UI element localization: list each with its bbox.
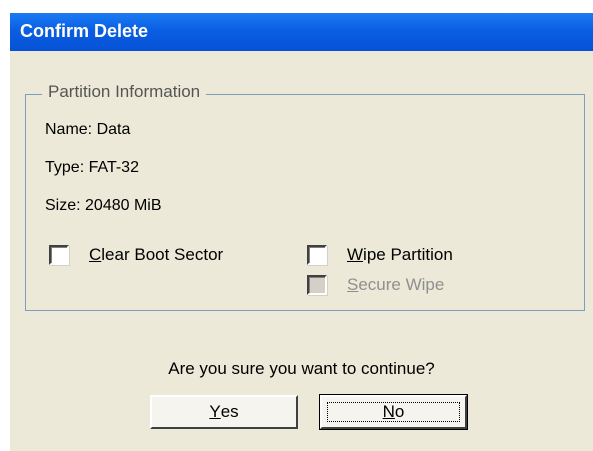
partition-info-group-title: Partition Information bbox=[42, 82, 207, 102]
yes-button-label-rest: es bbox=[220, 402, 239, 421]
clear-boot-sector-accel: C bbox=[89, 245, 102, 264]
wipe-partition-label-rest: ipe Partition bbox=[363, 245, 453, 264]
secure-wipe-checkbox: Secure Wipe bbox=[307, 275, 444, 295]
clear-boot-sector-label[interactable]: Clear Boot Sector bbox=[89, 245, 223, 265]
wipe-partition-checkbox-box[interactable] bbox=[307, 245, 327, 265]
dialog-title: Confirm Delete bbox=[20, 21, 149, 41]
yes-button-accel: Y bbox=[209, 402, 221, 421]
secure-wipe-accel: S bbox=[347, 275, 359, 294]
partition-size-text: Size: 20480 MiB bbox=[45, 197, 162, 214]
no-button[interactable]: No bbox=[319, 394, 468, 430]
confirmation-prompt: Are you sure you want to continue? bbox=[168, 359, 435, 378]
confirm-delete-dialog: Confirm Delete Partition Information Nam… bbox=[10, 13, 593, 451]
wipe-partition-accel: W bbox=[347, 245, 364, 264]
wipe-partition-checkbox[interactable]: Wipe Partition bbox=[307, 245, 453, 265]
secure-wipe-label: Secure Wipe bbox=[347, 275, 444, 295]
clear-boot-sector-checkbox[interactable]: Clear Boot Sector bbox=[49, 245, 223, 265]
no-button-label-rest: o bbox=[394, 402, 405, 421]
wipe-partition-label[interactable]: Wipe Partition bbox=[347, 245, 453, 265]
clear-boot-sector-label-rest: lear Boot Sector bbox=[101, 245, 224, 264]
title-bar[interactable]: Confirm Delete bbox=[10, 13, 593, 51]
secure-wipe-checkbox-box bbox=[307, 275, 327, 295]
no-button-accel: N bbox=[382, 402, 395, 421]
partition-name-text: Name: Data bbox=[45, 121, 131, 138]
yes-button[interactable]: Yes bbox=[150, 395, 298, 429]
partition-type-text: Type: FAT-32 bbox=[45, 159, 139, 176]
clear-boot-sector-checkbox-box[interactable] bbox=[49, 245, 69, 265]
secure-wipe-label-rest: ecure Wipe bbox=[358, 275, 445, 294]
